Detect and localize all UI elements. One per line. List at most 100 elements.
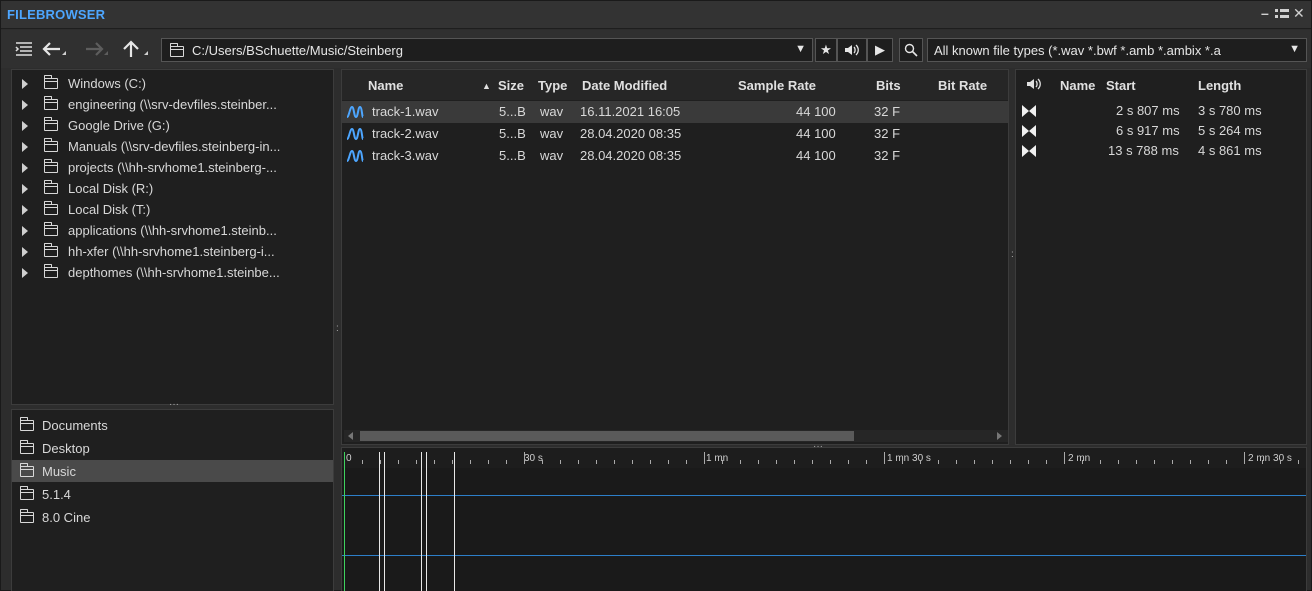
splitter-handle[interactable]: ··· (169, 400, 179, 410)
playback-cursor[interactable] (344, 452, 345, 591)
folder-icon (44, 117, 58, 131)
marker-line[interactable] (421, 452, 422, 591)
column-header-name[interactable]: Name (368, 78, 403, 93)
search-icon[interactable] (899, 38, 923, 62)
expand-arrow-icon[interactable] (22, 141, 28, 152)
marker-line[interactable] (454, 452, 455, 591)
column-header-size[interactable]: Size (498, 78, 524, 93)
dock-icon[interactable] (1275, 8, 1289, 23)
view-options-icon[interactable] (13, 38, 35, 60)
column-header-bits[interactable]: Bits (876, 78, 901, 93)
favorite-item-music[interactable]: Music (12, 460, 333, 482)
waveform-channel-left (342, 495, 1306, 496)
speaker-icon[interactable] (837, 38, 867, 62)
column-header-start[interactable]: Start (1106, 78, 1136, 93)
scroll-left-icon[interactable] (348, 432, 353, 440)
column-header-bit-rate[interactable]: Bit Rate (938, 78, 987, 93)
folder-icon (44, 264, 58, 278)
tree-item[interactable]: Local Disk (T:) (12, 199, 333, 220)
marker-length: 3 s 780 ms (1198, 103, 1262, 118)
marker-line[interactable] (384, 452, 385, 591)
expand-arrow-icon[interactable] (22, 120, 28, 131)
expand-arrow-icon[interactable] (22, 78, 28, 89)
expand-arrow-icon[interactable] (22, 204, 28, 215)
folder-icon (20, 439, 34, 454)
speaker-icon[interactable] (1026, 77, 1042, 94)
time-ruler[interactable]: 0 30 s 1 mn 1 mn 30 s 2 mn 2 mn 30 s (342, 448, 1306, 468)
scroll-right-icon[interactable] (997, 432, 1002, 440)
chevron-down-icon[interactable]: ▼ (795, 43, 806, 55)
play-icon[interactable]: ▶ (867, 38, 893, 62)
expand-arrow-icon[interactable] (22, 162, 28, 173)
ruler-tick (866, 460, 867, 464)
column-header-sample-rate[interactable]: Sample Rate (738, 78, 816, 93)
parent-folder-icon[interactable] (119, 38, 151, 60)
expand-arrow-icon[interactable] (22, 225, 28, 236)
favorites-star-icon[interactable]: ★ (815, 38, 837, 62)
ruler-tick (974, 460, 975, 464)
tree-item[interactable]: depthomes (\\hh-srvhome1.steinbe... (12, 262, 333, 283)
scrollbar-thumb[interactable] (360, 431, 854, 441)
expand-arrow-icon[interactable] (22, 267, 28, 278)
file-type-filter[interactable]: All known file types (*.wav *.bwf *.amb … (927, 38, 1307, 62)
toolbar: C:/Users/BSchuette/Music/Steinberg ▼ ★ ▶… (1, 30, 1311, 68)
file-row[interactable]: track-2.wav 5...B wav 28.04.2020 08:35 4… (342, 123, 1008, 145)
ruler-tick (938, 460, 939, 464)
marker-row[interactable]: 2 s 807 ms 3 s 780 ms (1016, 102, 1306, 121)
close-icon[interactable]: ✕ (1293, 5, 1305, 22)
file-date: 16.11.2021 16:05 (580, 104, 681, 119)
tree-item[interactable]: projects (\\hh-srvhome1.steinberg-... (12, 157, 333, 178)
file-name: track-2.wav (372, 126, 439, 141)
chevron-down-icon[interactable]: ▼ (1289, 43, 1300, 55)
minimize-icon[interactable]: – (1261, 5, 1269, 21)
file-size: 5...B (499, 126, 526, 141)
ruler-label: 2 mn 30 s (1248, 453, 1292, 464)
folder-icon (44, 222, 58, 236)
favorite-item-5-1-4[interactable]: 5.1.4 (12, 483, 333, 505)
column-header-date[interactable]: Date Modified (582, 78, 667, 93)
favorite-item-8-0-cine[interactable]: 8.0 Cine (12, 506, 333, 528)
ruler-tick (830, 460, 831, 464)
splitter-handle[interactable]: : (336, 324, 339, 339)
marker-length: 5 s 264 ms (1198, 123, 1262, 138)
column-header-type[interactable]: Type (538, 78, 567, 93)
folder-icon (44, 138, 58, 152)
tree-item[interactable]: Google Drive (G:) (12, 115, 333, 136)
file-date: 28.04.2020 08:35 (580, 148, 682, 163)
marker-line[interactable] (426, 452, 427, 591)
file-type: wav (540, 148, 564, 163)
marker-row[interactable]: 13 s 788 ms 4 s 861 ms (1016, 142, 1306, 161)
tree-item[interactable]: hh-xfer (\\hh-srvhome1.steinberg-i... (12, 241, 333, 262)
marker-row[interactable]: 6 s 917 ms 5 s 264 ms (1016, 122, 1306, 141)
ruler-label: 30 s (524, 453, 543, 464)
ruler-tick (470, 460, 471, 464)
tree-item[interactable]: Local Disk (R:) (12, 178, 333, 199)
tree-item[interactable]: Windows (C:) (12, 73, 333, 94)
folder-tree: Windows (C:) engineering (\\srv-devfiles… (11, 69, 334, 405)
favorite-item-documents[interactable]: Documents (12, 414, 333, 436)
expand-arrow-icon[interactable] (22, 246, 28, 257)
tree-item[interactable]: Manuals (\\srv-devfiles.steinberg-in... (12, 136, 333, 157)
tree-item[interactable]: engineering (\\srv-devfiles.steinber... (12, 94, 333, 115)
column-header-length[interactable]: Length (1198, 78, 1241, 93)
marker-start: 13 s 788 ms (1108, 143, 1179, 158)
ruler-tick (362, 460, 363, 464)
ruler-label: 2 mn (1068, 453, 1091, 464)
waveform-overview[interactable]: 0 30 s 1 mn 1 mn 30 s 2 mn 2 mn 30 s (341, 447, 1307, 591)
favorite-item-desktop[interactable]: Desktop (12, 437, 333, 459)
expand-arrow-icon[interactable] (22, 99, 28, 110)
expand-arrow-icon[interactable] (22, 183, 28, 194)
horizontal-scrollbar[interactable] (344, 430, 1008, 442)
file-row[interactable]: track-3.wav 5...B wav 28.04.2020 08:35 4… (342, 145, 1008, 167)
tree-item[interactable]: applications (\\hh-srvhome1.steinb... (12, 220, 333, 241)
splitter-handle[interactable]: : (1011, 250, 1014, 265)
tree-item-label: engineering (\\srv-devfiles.steinber... (68, 97, 277, 112)
file-row[interactable]: track-1.wav 5...B wav 16.11.2021 16:05 4… (342, 101, 1008, 123)
marker-line[interactable] (379, 452, 380, 591)
ruler-tick (434, 460, 435, 464)
back-icon[interactable] (39, 38, 69, 60)
file-date: 28.04.2020 08:35 (580, 126, 682, 141)
column-header-marker-name[interactable]: Name (1060, 78, 1095, 93)
forward-icon[interactable] (81, 38, 111, 60)
path-field[interactable]: C:/Users/BSchuette/Music/Steinberg ▼ (161, 38, 813, 62)
